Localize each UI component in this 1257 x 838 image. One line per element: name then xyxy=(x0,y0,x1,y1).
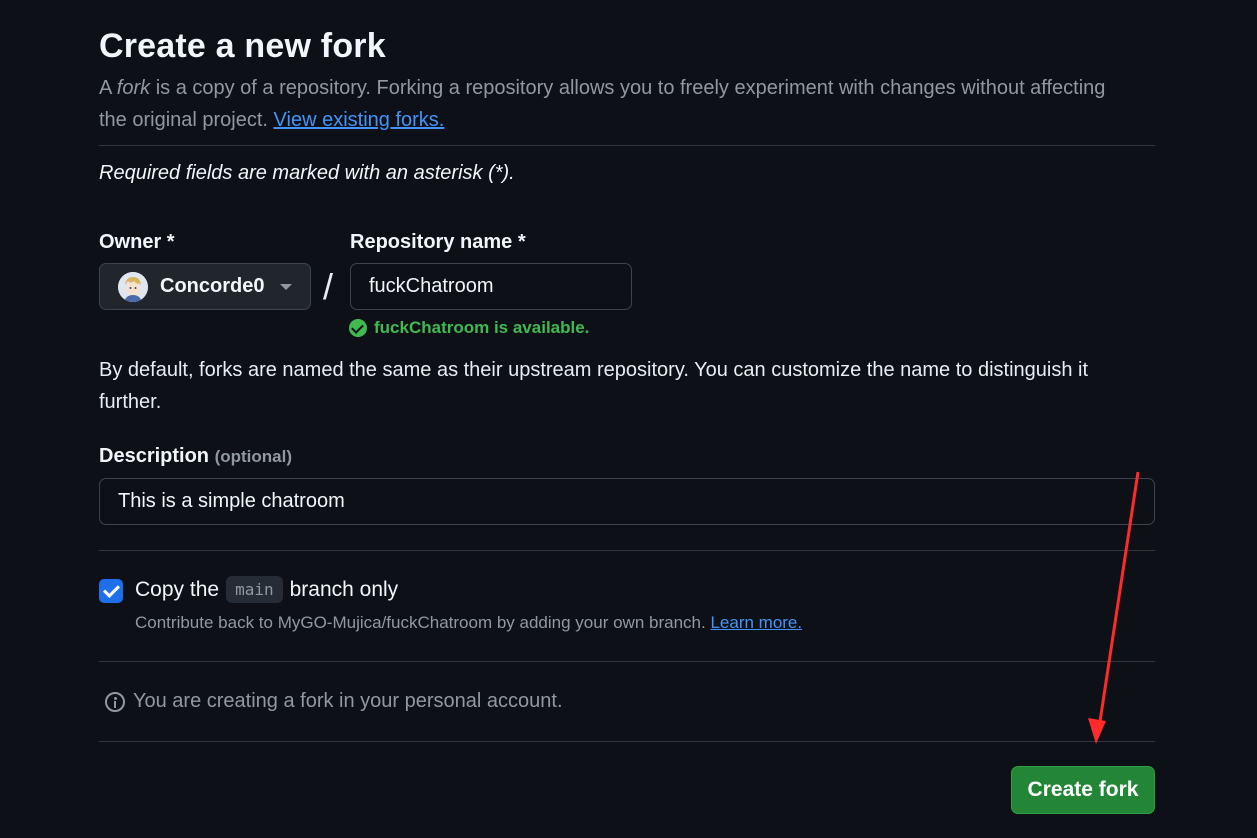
repository-name-label: Repository name * xyxy=(350,231,526,253)
owner-repo-separator: / xyxy=(323,266,334,307)
page-title: Create a new fork xyxy=(99,27,386,65)
divider xyxy=(99,741,1155,742)
required-fields-note: Required fields are marked with an aster… xyxy=(99,162,515,184)
avatar xyxy=(118,271,148,302)
owner-name: Concorde0 xyxy=(160,275,265,297)
intro-fork-word: fork xyxy=(116,77,151,99)
info-icon xyxy=(105,691,125,712)
divider xyxy=(99,550,1155,551)
view-existing-forks-link[interactable]: View existing forks. xyxy=(274,109,445,131)
optional-tag: (optional) xyxy=(214,447,293,466)
repository-name-input[interactable]: fuckChatroom xyxy=(350,263,632,310)
divider xyxy=(99,145,1155,146)
contribute-note: Contribute back to MyGO-Mujica/fuckChatr… xyxy=(135,613,802,633)
copy-branch-label: Copy the main branch only xyxy=(135,576,398,603)
copy-prefix: Copy the xyxy=(135,577,220,601)
divider xyxy=(99,661,1155,662)
fork-form-page: Create a new fork A fork is a copy of a … xyxy=(99,0,1155,838)
check-circle-icon xyxy=(349,319,367,337)
personal-account-notice: You are creating a fork in your personal… xyxy=(105,690,563,713)
owner-label: Owner * xyxy=(99,231,175,253)
chevron-down-icon xyxy=(280,283,293,290)
copy-suffix: branch only xyxy=(289,577,399,601)
intro-text: A fork is a copy of a repository. Forkin… xyxy=(99,72,1109,136)
naming-note: By default, forks are named the same as … xyxy=(99,359,1089,413)
contribute-text: Contribute back to MyGO-Mujica/fuckChatr… xyxy=(135,613,706,632)
description-label: Description xyxy=(99,445,210,467)
copy-main-branch-checkbox[interactable] xyxy=(99,579,123,603)
intro-prefix: A xyxy=(99,77,117,99)
learn-more-link[interactable]: Learn more. xyxy=(710,613,802,632)
intro-rest: is a copy of a repository. Forking a rep… xyxy=(99,77,1106,131)
info-text: You are creating a fork in your personal… xyxy=(133,690,563,712)
branch-name-code: main xyxy=(226,576,283,603)
description-label-row: Description (optional) xyxy=(99,445,292,468)
availability-text: fuckChatroom is available. xyxy=(374,318,590,337)
description-input[interactable]: This is a simple chatroom xyxy=(99,478,1155,525)
availability-status: fuckChatroom is available. xyxy=(349,318,589,338)
create-fork-button[interactable]: Create fork xyxy=(1011,766,1155,814)
owner-select[interactable]: Concorde0 xyxy=(99,263,311,310)
